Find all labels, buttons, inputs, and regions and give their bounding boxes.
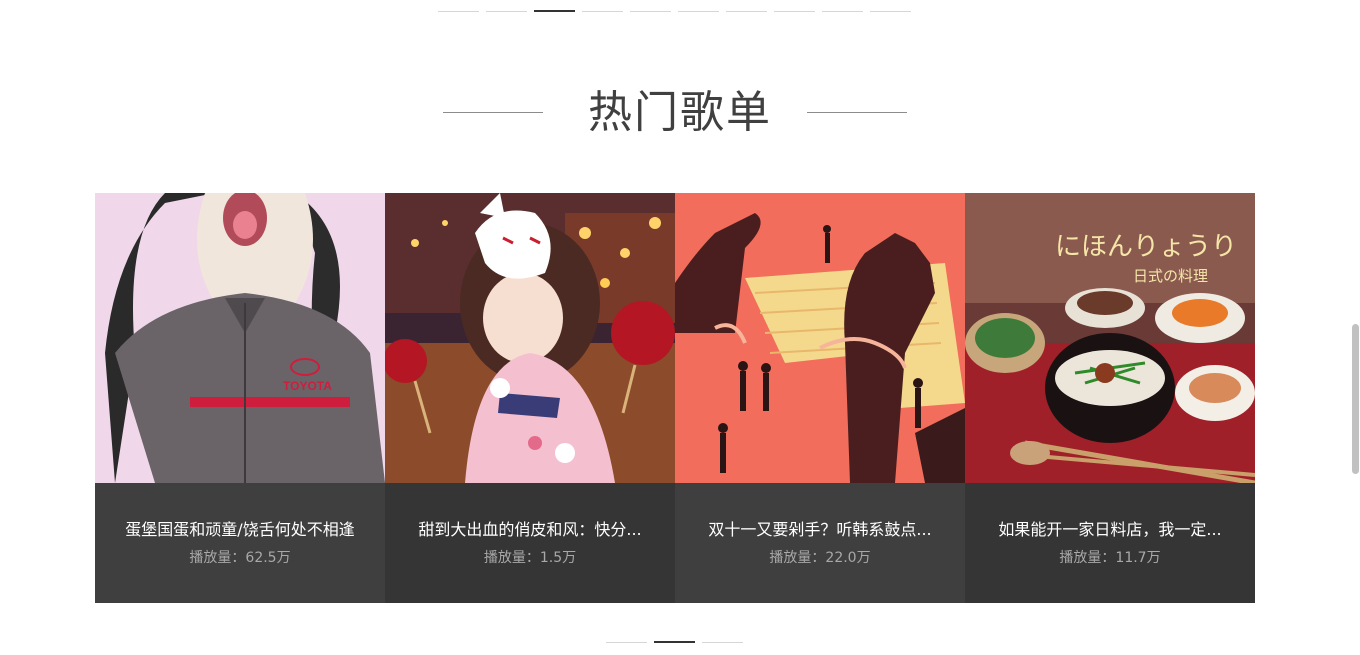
playlist-cover-image[interactable]: [385, 193, 675, 483]
carousel-dot-active[interactable]: [534, 10, 575, 12]
carousel-dot[interactable]: [630, 11, 671, 12]
playlist-cover-image[interactable]: にほんりょうり 日式の料理: [965, 193, 1255, 483]
svg-text:TOYOTA: TOYOTA: [283, 379, 332, 393]
carousel-dot[interactable]: [486, 11, 527, 12]
playlist-card[interactable]: にほんりょうり 日式の料理 如果能开一家日料店，我一定... 播放量：11.7万: [965, 193, 1255, 603]
playlist-info: 蛋堡国蛋和顽童/饶舌何处不相逢 播放量：62.5万: [95, 483, 385, 603]
playlist-card[interactable]: 双十一又要剁手？听韩系鼓点... 播放量：22.0万: [675, 193, 965, 603]
playlist-card[interactable]: 甜到大出血的俏皮和风：快分... 播放量：1.5万: [385, 193, 675, 603]
playlist-info: 甜到大出血的俏皮和风：快分... 播放量：1.5万: [385, 483, 675, 603]
cover-headline: にほんりょうり: [1055, 232, 1237, 262]
carousel-dot[interactable]: [774, 11, 815, 12]
carousel-dot[interactable]: [726, 11, 767, 12]
carousel-dot[interactable]: [870, 11, 911, 12]
section-header: 热门歌单: [0, 84, 1360, 144]
playlist-info: 双十一又要剁手？听韩系鼓点... 播放量：22.0万: [675, 483, 965, 603]
playlist-card[interactable]: TOYOTA 蛋堡国蛋和顽童/饶舌何处不相逢 播放量：62.5万: [95, 193, 385, 603]
title-divider-right: [807, 112, 907, 113]
carousel-dot[interactable]: [678, 11, 719, 12]
top-carousel-indicator: [438, 10, 911, 12]
playlist-cover-image[interactable]: TOYOTA: [95, 193, 385, 483]
carousel-dot[interactable]: [582, 11, 623, 12]
vertical-scrollbar-thumb[interactable]: [1352, 324, 1359, 474]
playlist-info: 如果能开一家日料店，我一定... 播放量：11.7万: [965, 483, 1255, 603]
playlist-grid: TOYOTA 蛋堡国蛋和顽童/饶舌何处不相逢 播放量：62.5万 甜到大出血的俏…: [95, 193, 1255, 603]
playlist-cover-image[interactable]: [675, 193, 965, 483]
carousel-dot[interactable]: [438, 11, 479, 12]
playlist-title[interactable]: 甜到大出血的俏皮和风：快分...: [403, 520, 657, 540]
section-title: 热门歌单: [588, 87, 772, 138]
bottom-carousel-indicator: [606, 641, 743, 643]
playlist-play-count: 播放量：62.5万: [189, 550, 291, 566]
carousel-dot-active[interactable]: [654, 641, 695, 643]
carousel-dot[interactable]: [702, 642, 743, 643]
carousel-dot[interactable]: [606, 642, 647, 643]
playlist-play-count: 播放量：22.0万: [769, 550, 871, 566]
playlist-play-count: 播放量：1.5万: [483, 550, 577, 566]
cover-subline: 日式の料理: [1133, 267, 1208, 285]
playlist-title[interactable]: 双十一又要剁手？听韩系鼓点...: [693, 520, 947, 540]
playlist-title[interactable]: 蛋堡国蛋和顽童/饶舌何处不相逢: [113, 520, 367, 540]
playlist-play-count: 播放量：11.7万: [1059, 550, 1161, 566]
playlist-title[interactable]: 如果能开一家日料店，我一定...: [983, 520, 1237, 540]
carousel-dot[interactable]: [822, 11, 863, 12]
